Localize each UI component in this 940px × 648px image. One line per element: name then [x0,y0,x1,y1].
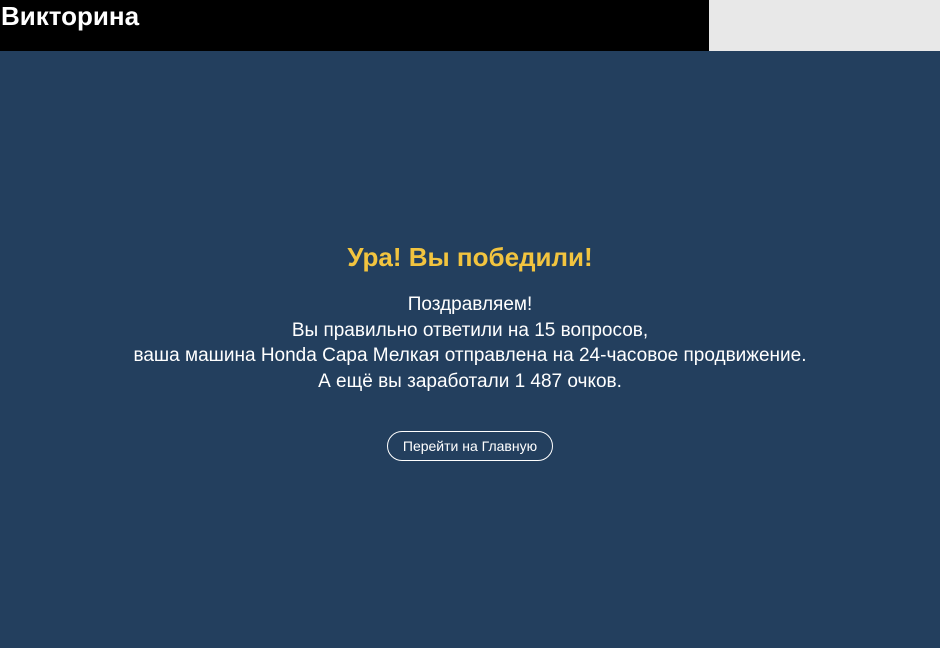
promotion-line: ваша машина Honda Capa Мелкая отправлена… [133,345,807,366]
answers-line: Вы правильно ответили на 15 вопросов, [291,319,649,341]
result-message: Поздравляем! Вы правильно ответили на 15… [0,292,940,394]
top-bar: Викторина [0,0,940,51]
title-bar: Викторина [0,0,709,51]
app-title: Викторина [1,1,140,31]
go-home-button[interactable]: Перейти на Главную [386,431,554,461]
result-panel: Ура! Вы победили! Поздравляем! Вы правил… [0,240,940,461]
victory-headline: Ура! Вы победили! [347,242,593,272]
top-bar-side-panel [709,0,940,51]
quiz-result-page: Викторина Ура! Вы победили! Поздравляем!… [0,0,940,648]
points-line: А ещё вы заработали 1 487 очков. [318,370,622,392]
congrats-line: Поздравляем! [407,294,533,315]
